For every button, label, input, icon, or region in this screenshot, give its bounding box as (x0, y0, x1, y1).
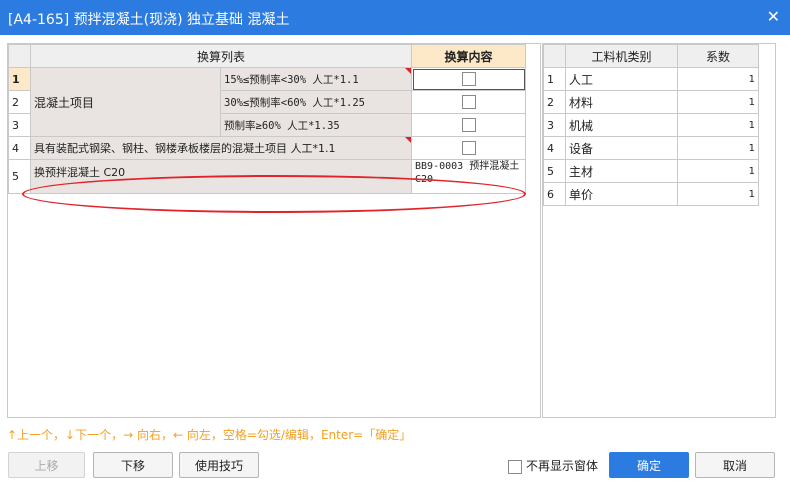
row-number: 1 (543, 67, 566, 91)
header-factor: 系数 (677, 44, 759, 68)
category-cell: 机械 (565, 113, 678, 137)
table-row[interactable]: 2 材料 1 (543, 90, 759, 114)
cancel-button[interactable]: 取消 (695, 452, 775, 478)
conversion-table: 换算列表 换算内容 1 混凝土项目 15%≤预制率<30% 人工*1.1 2 3… (8, 44, 527, 194)
checkbox-icon[interactable] (508, 459, 522, 474)
row-number: 2 (8, 90, 31, 114)
conversion-checkbox-cell[interactable] (411, 136, 527, 160)
conversion-item[interactable]: 15%≤预制率<30% 人工*1.1 (219, 67, 413, 91)
conversion-checkbox-cell[interactable] (411, 90, 527, 114)
conversion-item[interactable]: 30%≤预制率<60% 人工*1.25 (219, 90, 413, 114)
category-factor-table: 工料机类别 系数 1 人工 1 2 材料 1 3 机械 1 4 设备 1 5 主… (543, 44, 759, 206)
table-row[interactable]: 4 具有装配式钢梁、钢柱、钢楼承板楼层的混凝土项目 人工*1.1 (8, 136, 527, 160)
category-cell: 设备 (565, 136, 678, 160)
table-row[interactable]: 5 主材 1 (543, 159, 759, 183)
factor-cell[interactable]: 1 (677, 67, 759, 91)
row-number: 4 (8, 136, 31, 160)
row-number: 3 (8, 113, 31, 137)
move-down-button[interactable]: 下移 (93, 452, 173, 478)
category-cell: 主材 (565, 159, 678, 183)
ok-button[interactable]: 确定 (609, 452, 689, 478)
header-conversion-content: 换算内容 (411, 44, 527, 68)
category-cell: 人工 (565, 67, 678, 91)
header-corner (543, 44, 566, 68)
keyboard-hint: ↑上一个，↓下一个，→ 向右，← 向左，空格=勾选/编辑，Enter=「确定」 (7, 428, 412, 442)
move-up-button[interactable]: 上移 (8, 452, 85, 478)
row-number: 1 (8, 67, 31, 91)
factor-cell[interactable]: 1 (677, 90, 759, 114)
material-category-panel: 工料机类别 系数 1 人工 1 2 材料 1 3 机械 1 4 设备 1 5 主… (542, 43, 776, 418)
close-icon[interactable]: ✕ (767, 7, 780, 26)
row-number: 6 (543, 182, 566, 206)
category-cell: 材料 (565, 90, 678, 114)
category-cell: 单价 (565, 182, 678, 206)
note-flag-icon (405, 68, 411, 74)
conversion-content-cell[interactable]: BB9-0003 预拌混凝土 C20 (411, 159, 527, 194)
note-flag-icon (405, 137, 411, 143)
row-number: 2 (543, 90, 566, 114)
header-corner (8, 44, 31, 68)
conversion-item[interactable]: 预制率≥60% 人工*1.35 (219, 113, 413, 137)
table-row[interactable]: 5 换预拌混凝土 C20 BB9-0003 预拌混凝土 C20 (8, 159, 527, 194)
row-number: 5 (8, 159, 31, 194)
table-row[interactable]: 1 人工 1 (543, 67, 759, 91)
factor-cell[interactable]: 1 (677, 159, 759, 183)
conversion-item[interactable]: 换预拌混凝土 C20 (29, 159, 413, 194)
group-label-concrete: 混凝土项目 (30, 67, 221, 137)
window-title: [A4-165] 预拌混凝土(现浇) 独立基础 混凝土 (8, 12, 290, 28)
factor-cell[interactable]: 1 (677, 136, 759, 160)
conversion-item[interactable]: 具有装配式钢梁、钢柱、钢楼承板楼层的混凝土项目 人工*1.1 (29, 136, 413, 160)
checkbox-icon[interactable] (461, 95, 476, 110)
no-show-again-option[interactable]: 不再显示窗体 (508, 457, 598, 474)
checkbox-icon[interactable] (461, 118, 476, 133)
row-number: 4 (543, 136, 566, 160)
header-conversion-list: 换算列表 (29, 44, 413, 68)
title-bar: [A4-165] 预拌混凝土(现浇) 独立基础 混凝土 ✕ (0, 0, 790, 35)
row-number: 5 (543, 159, 566, 183)
conversion-list-panel: 换算列表 换算内容 1 混凝土项目 15%≤预制率<30% 人工*1.1 2 3… (7, 43, 541, 418)
conversion-checkbox-cell[interactable] (411, 113, 527, 137)
conversion-item-text: 具有装配式钢梁、钢柱、钢楼承板楼层的混凝土项目 人工*1.1 (34, 142, 336, 155)
no-show-again-label: 不再显示窗体 (526, 459, 599, 473)
row-number: 3 (543, 113, 566, 137)
conversion-checkbox-cell[interactable] (411, 67, 527, 91)
usage-tips-button[interactable]: 使用技巧 (179, 452, 259, 478)
factor-cell[interactable]: 1 (677, 182, 759, 206)
table-row[interactable]: 3 机械 1 (543, 113, 759, 137)
table-row[interactable]: 4 设备 1 (543, 136, 759, 160)
table-row[interactable]: 6 单价 1 (543, 182, 759, 206)
table-row[interactable]: 1 混凝土项目 15%≤预制率<30% 人工*1.1 (8, 67, 527, 137)
checkbox-icon[interactable] (461, 141, 476, 156)
factor-cell[interactable]: 1 (677, 113, 759, 137)
header-category: 工料机类别 (565, 44, 678, 68)
checkbox-icon[interactable] (461, 72, 476, 87)
conversion-item-text: 15%≤预制率<30% 人工*1.1 (224, 73, 359, 86)
